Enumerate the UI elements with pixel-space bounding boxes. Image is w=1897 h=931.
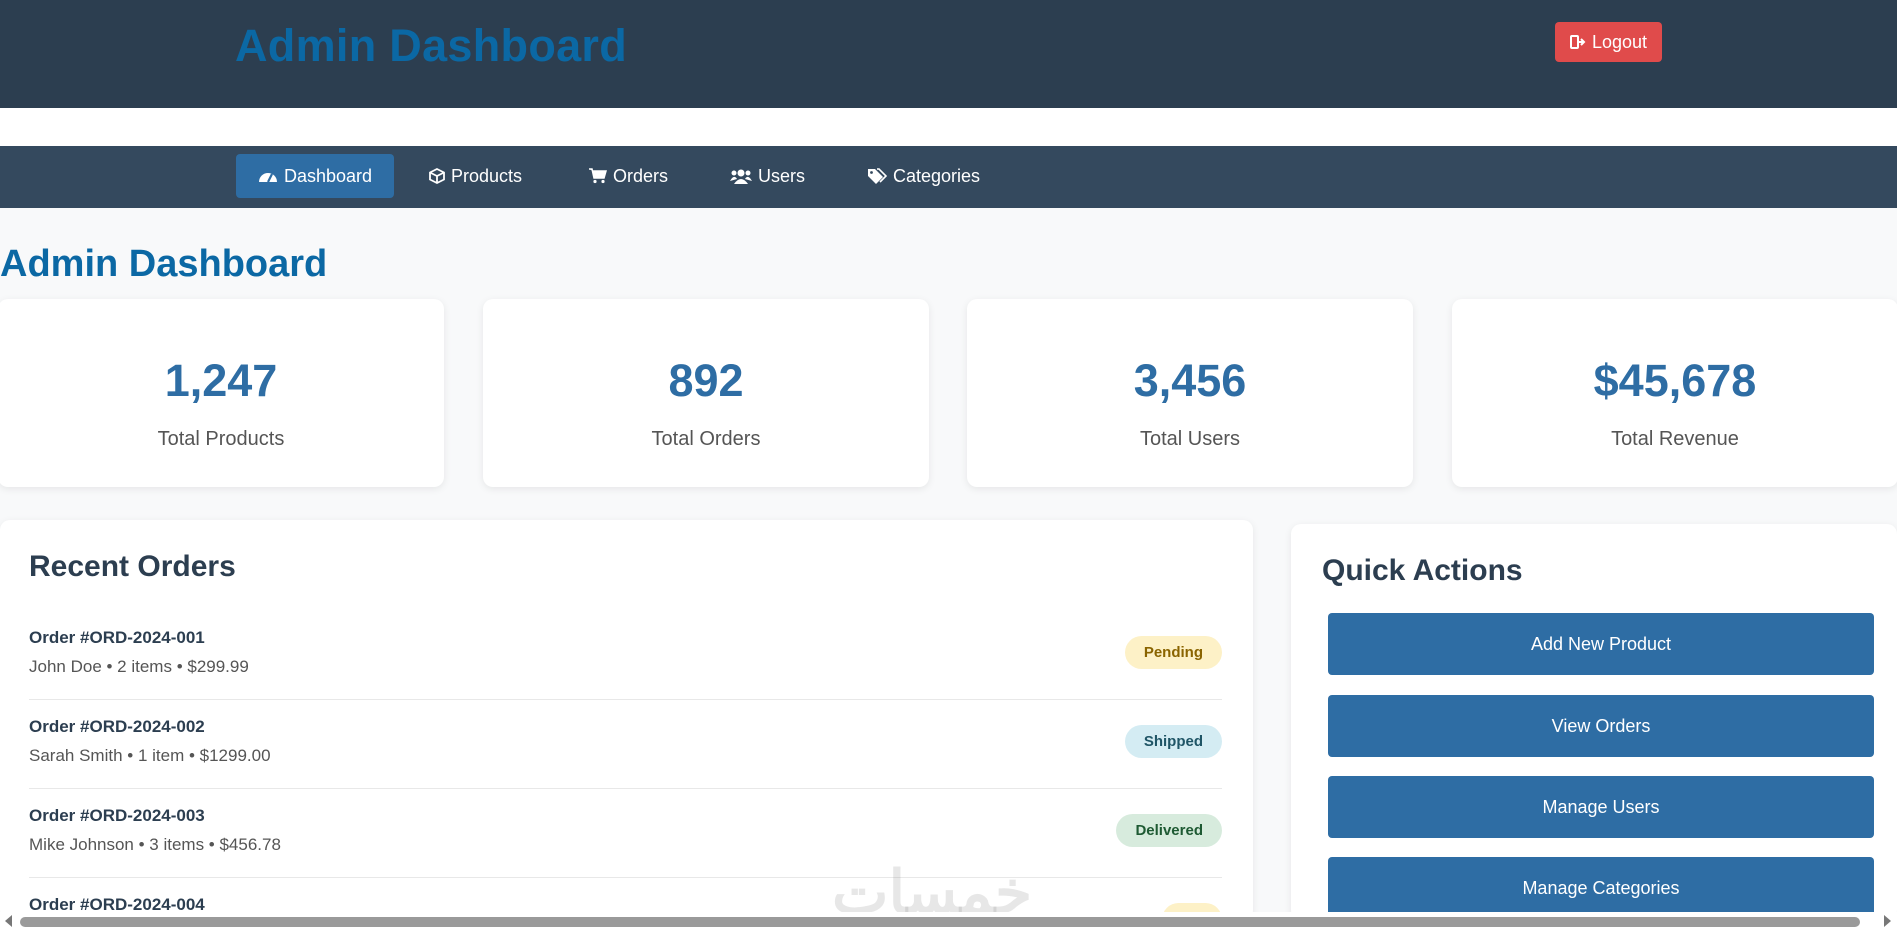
order-id: Order #ORD-2024-002 (29, 717, 205, 736)
status-badge-pending: Pending (1124, 636, 1222, 669)
order-id: Order #ORD-2024-001 (29, 628, 205, 647)
order-row[interactable]: Order #ORD-2024-002 Sarah Smith • 1 item… (29, 699, 1222, 789)
scroll-right-arrow-icon[interactable] (1884, 915, 1891, 927)
nav-item-orders[interactable]: Orders (567, 154, 690, 198)
stat-card-revenue: $45,678 Total Revenue (1452, 299, 1897, 487)
recent-orders-title: Recent Orders (29, 550, 236, 583)
order-meta: Mike Johnson • 3 items • $456.78 (29, 835, 281, 854)
nav-item-dashboard[interactable]: Dashboard (236, 154, 395, 198)
order-row[interactable]: Order #ORD-2024-001 John Doe • 2 items •… (29, 610, 1222, 700)
order-meta: Sarah Smith • 1 item • $1299.00 (29, 746, 271, 765)
manage-categories-button[interactable]: Manage Categories (1328, 857, 1874, 919)
stat-value: $45,678 (1593, 355, 1757, 406)
main-navbar: Dashboard Products Orders Users Categori… (0, 146, 1897, 208)
quick-actions-title: Quick Actions (1322, 554, 1523, 587)
page-title: Admin Dashboard (0, 243, 328, 285)
view-orders-button[interactable]: View Orders (1328, 695, 1874, 757)
sign-out-icon (1569, 35, 1586, 49)
nav-label: Users (758, 165, 806, 186)
cube-icon (429, 168, 445, 184)
stat-card-products: 1,247 Total Products (0, 299, 444, 487)
nav-label: Orders (613, 165, 669, 186)
manage-users-button[interactable]: Manage Users (1328, 776, 1874, 838)
cart-icon (589, 168, 607, 184)
nav-item-users[interactable]: Users (708, 154, 827, 198)
users-icon (730, 168, 752, 184)
tags-icon (867, 168, 887, 184)
status-badge-shipped: Shipped (1124, 725, 1222, 758)
header-spacer (0, 108, 1897, 146)
dashboard-gauge-icon (258, 168, 278, 184)
stat-card-users: 3,456 Total Users (967, 299, 1413, 487)
order-row[interactable]: Order #ORD-2024-003 Mike Johnson • 3 ite… (29, 788, 1222, 878)
status-badge-delivered: Delivered (1116, 814, 1222, 847)
nav-label: Dashboard (284, 165, 373, 186)
stat-label: Total Orders (651, 428, 761, 450)
stat-value: 1,247 (164, 355, 278, 406)
stat-label: Total Users (1139, 428, 1241, 450)
nav-item-products[interactable]: Products (407, 154, 544, 198)
stat-value: 3,456 (1133, 355, 1247, 406)
app-title: Admin Dashboard (235, 20, 628, 71)
nav-label: Categories (893, 165, 981, 186)
nav-item-categories[interactable]: Categories (845, 154, 1002, 198)
stat-value: 892 (668, 355, 744, 406)
recent-orders-panel: Recent Orders Order #ORD-2024-001 John D… (0, 520, 1253, 920)
stat-card-orders: 892 Total Orders (483, 299, 929, 487)
top-header: Admin Dashboard Logout (0, 0, 1897, 108)
order-id: Order #ORD-2024-003 (29, 806, 205, 825)
logout-label: Logout (1591, 31, 1648, 52)
nav-label: Products (451, 165, 523, 186)
add-new-product-button[interactable]: Add New Product (1328, 613, 1874, 675)
logout-button[interactable]: Logout (1555, 22, 1662, 62)
scroll-left-arrow-icon[interactable] (5, 915, 12, 927)
scrollbar-thumb[interactable] (20, 917, 1860, 927)
stat-label: Total Products (157, 428, 285, 450)
order-meta: John Doe • 2 items • $299.99 (29, 657, 249, 676)
stat-label: Total Revenue (1611, 428, 1739, 450)
